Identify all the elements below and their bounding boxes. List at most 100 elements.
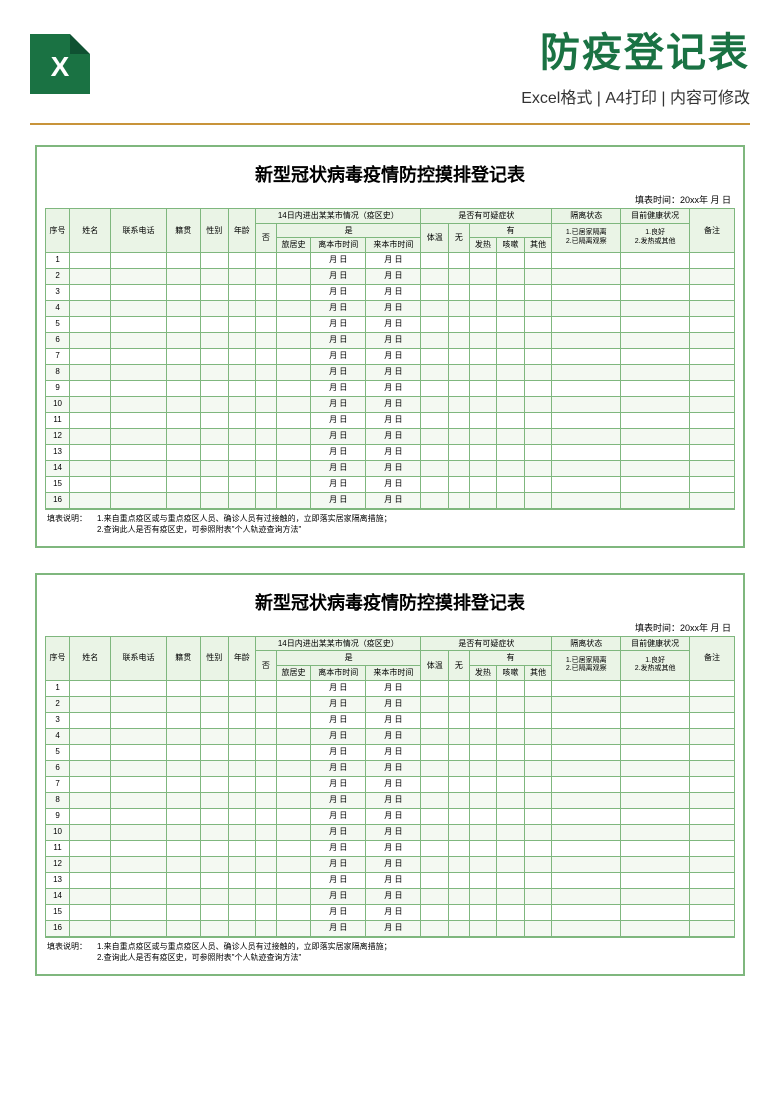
cell-seq: 11 [46,412,70,428]
cell-seq: 3 [46,712,70,728]
cell-seq: 11 [46,840,70,856]
cell-arrive-date: 月 日 [366,332,421,348]
table-row: 13 月 日 月 日 [46,444,735,460]
cell-seq: 7 [46,776,70,792]
col-origin: 籍贯 [166,636,200,680]
notes-section: 填表说明： 1.来自重点疫区或与重点疫区人员、确诊人员有过接触的，立即落实居家隔… [45,509,735,538]
col-none: 无 [448,651,469,680]
cell-arrive-date: 月 日 [366,808,421,824]
col-remark: 备注 [690,209,735,253]
col-other: 其他 [524,238,552,253]
col-seq: 序号 [46,209,70,253]
cell-arrive-date: 月 日 [366,792,421,808]
cell-leave-date: 月 日 [311,252,366,268]
col-no: 否 [256,223,277,252]
table-row: 2 月 日 月 日 [46,268,735,284]
col-health: 目前健康状况 [621,636,690,651]
cell-leave-date: 月 日 [311,696,366,712]
cell-seq: 4 [46,300,70,316]
cell-leave-date: 月 日 [311,920,366,936]
cell-arrive-date: 月 日 [366,348,421,364]
col-has: 有 [469,223,552,238]
cell-leave-date: 月 日 [311,760,366,776]
registration-table: 序号 姓名 联系电话 籍贯 性别 年龄 14日内进出某某市情况（疫区史） 是否有… [45,636,735,937]
table-row: 8 月 日 月 日 [46,792,735,808]
table-row: 14 月 日 月 日 [46,888,735,904]
col-phone: 联系电话 [111,636,166,680]
notes-line-1: 1.来自重点疫区或与重点疫区人员、确诊人员有过接触的，立即落实居家隔离措施； [97,941,733,952]
col-arrive-time: 来本市时间 [366,665,421,680]
cell-seq: 9 [46,380,70,396]
col-travel-group: 14日内进出某某市情况（疫区史） [256,636,421,651]
cell-leave-date: 月 日 [311,300,366,316]
cell-seq: 15 [46,476,70,492]
cell-leave-date: 月 日 [311,872,366,888]
col-travel-history: 旅居史 [276,665,310,680]
cell-arrive-date: 月 日 [366,316,421,332]
registration-sheet: 新型冠状病毒疫情防控摸排登记表 填表时间：20xx年 月 日 序号 姓名 联系电… [35,573,745,976]
col-remark: 备注 [690,636,735,680]
cell-leave-date: 月 日 [311,268,366,284]
table-row: 7 月 日 月 日 [46,348,735,364]
table-row: 12 月 日 月 日 [46,856,735,872]
notes-line-1: 1.来自重点疫区或与重点疫区人员、确诊人员有过接触的，立即落实居家隔离措施； [97,513,733,524]
table-row: 2 月 日 月 日 [46,696,735,712]
cell-leave-date: 月 日 [311,316,366,332]
cell-leave-date: 月 日 [311,380,366,396]
col-travel-history: 旅居史 [276,238,310,253]
cell-seq: 6 [46,332,70,348]
cell-seq: 10 [46,396,70,412]
cell-leave-date: 月 日 [311,776,366,792]
notes-label: 填表说明： [47,941,97,952]
col-yes: 是 [276,223,421,238]
col-symptom-group: 是否有可疑症状 [421,209,552,224]
cell-arrive-date: 月 日 [366,364,421,380]
col-origin: 籍贯 [166,209,200,253]
col-other: 其他 [524,665,552,680]
cell-seq: 14 [46,460,70,476]
col-age: 年龄 [228,636,256,680]
cell-seq: 1 [46,252,70,268]
cell-seq: 9 [46,808,70,824]
col-fever: 发热 [469,665,497,680]
cell-leave-date: 月 日 [311,856,366,872]
col-has: 有 [469,651,552,666]
cell-arrive-date: 月 日 [366,380,421,396]
cell-leave-date: 月 日 [311,460,366,476]
table-row: 10 月 日 月 日 [46,824,735,840]
col-gender: 性别 [201,209,229,253]
col-isolation: 隔离状态 [552,636,621,651]
cell-seq: 2 [46,696,70,712]
col-cough: 咳嗽 [497,665,525,680]
cell-seq: 13 [46,872,70,888]
cell-arrive-date: 月 日 [366,680,421,696]
col-health-opts: 1.良好 2.发热或其他 [621,223,690,252]
cell-leave-date: 月 日 [311,428,366,444]
cell-arrive-date: 月 日 [366,252,421,268]
page-subtitle: Excel格式 | A4打印 | 内容可修改 [108,84,750,108]
cell-seq: 6 [46,760,70,776]
notes-line-2: 2.查询此人是否有疫区史，可参照附表"个人轨迹查询方法" [97,524,733,535]
cell-arrive-date: 月 日 [366,444,421,460]
cell-leave-date: 月 日 [311,332,366,348]
notes-line-2: 2.查询此人是否有疫区史，可参照附表"个人轨迹查询方法" [97,952,733,963]
cell-leave-date: 月 日 [311,348,366,364]
table-row: 7 月 日 月 日 [46,776,735,792]
col-leave-time: 离本市时间 [311,238,366,253]
cell-seq: 16 [46,920,70,936]
col-health: 目前健康状况 [621,209,690,224]
col-phone: 联系电话 [111,209,166,253]
col-fever: 发热 [469,238,497,253]
col-iso-opts: 1.已居家隔离 2.已隔离观察 [552,651,621,680]
cell-seq: 2 [46,268,70,284]
header-divider [30,123,750,125]
notes-label: 填表说明： [47,513,97,524]
table-row: 15 月 日 月 日 [46,904,735,920]
col-cough: 咳嗽 [497,238,525,253]
cell-arrive-date: 月 日 [366,776,421,792]
cell-seq: 13 [46,444,70,460]
excel-x-glyph: X [51,51,70,83]
cell-arrive-date: 月 日 [366,712,421,728]
cell-seq: 14 [46,888,70,904]
table-row: 4 月 日 月 日 [46,728,735,744]
